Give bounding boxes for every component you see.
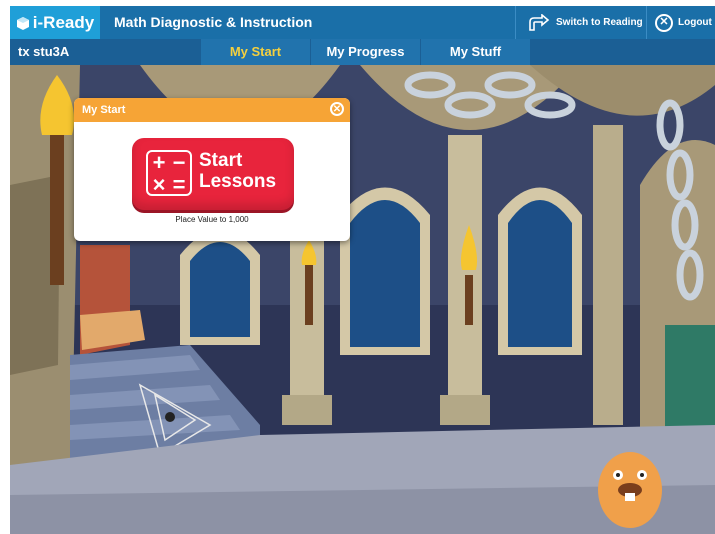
switch-arrow-icon [529,13,550,31]
my-start-popup: My Start ✕ + − × = Start Lessons Place Val… [74,98,350,241]
close-icon[interactable]: ✕ [330,102,344,116]
start-lessons-label: Start Lessons [199,150,277,192]
i-ready-cube-icon [16,16,29,30]
popup-title: My Start [82,104,126,116]
math-operations-icon: + − × = [146,150,192,196]
mascot-character [598,452,662,528]
user-name: tx stu3A [18,44,70,59]
tab-my-progress[interactable]: My Progress [310,39,420,65]
tab-my-start[interactable]: My Start [200,39,310,65]
tab-my-stuff[interactable]: My Stuff [420,39,530,65]
close-circle-icon: ✕ [655,13,673,32]
nav-bar: tx stu3A My Start My Progress My Stuff [10,39,715,65]
nav-tabs: My Start My Progress My Stuff [200,39,530,65]
lesson-caption: Place Value to 1,000 [175,215,249,224]
header-bar: i-Ready Math Diagnostic & Instruction Sw… [10,6,715,39]
castle-window-3 [498,187,582,355]
start-lessons-button[interactable]: + − × = Start Lessons [132,138,294,210]
switch-label: Switch to Reading [556,17,643,28]
logout-label: Logout [678,17,712,28]
i-ready-logo[interactable]: i-Ready [10,6,100,39]
castle-window-1 [180,230,260,345]
castle-window-2 [340,187,430,355]
switch-to-reading-button[interactable]: Switch to Reading [515,6,646,39]
logout-button[interactable]: ✕ Logout [646,6,715,39]
app-title: Math Diagnostic & Instruction [114,14,313,30]
app-window: i-Ready Math Diagnostic & Instruction Sw… [0,0,715,534]
logo-text: i-Ready [32,12,95,32]
popup-header: My Start ✕ [74,98,350,122]
